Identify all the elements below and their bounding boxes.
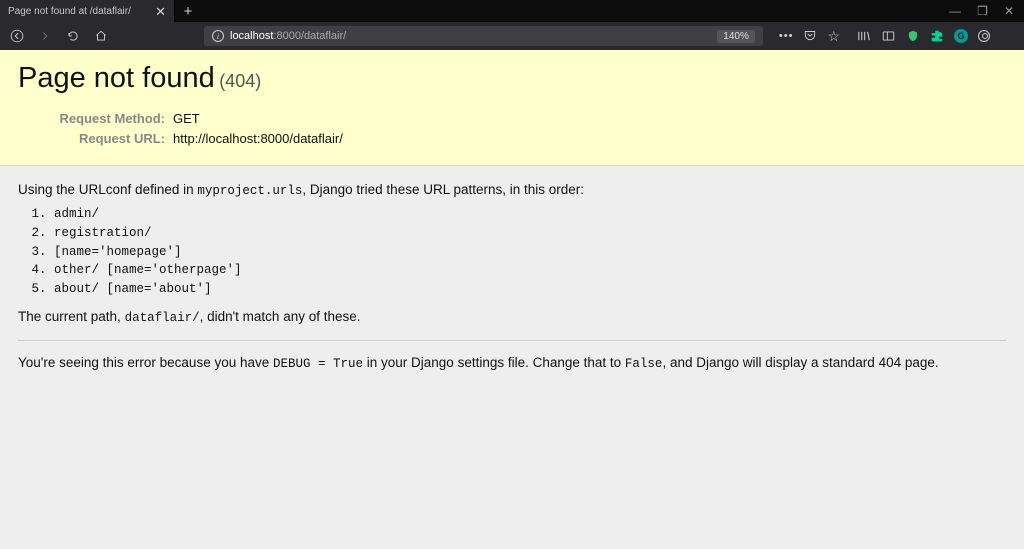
window-controls: — ❐ ✕ (939, 0, 1024, 22)
no-match-line: The current path, dataflair/, didn't mat… (18, 307, 1006, 328)
request-method-value: GET (173, 109, 200, 129)
url-pattern-item: admin/ (54, 205, 1006, 224)
back-icon (10, 29, 24, 43)
extension-icon[interactable] (930, 29, 944, 43)
intro-text-a: Using the URLconf defined in (18, 182, 197, 197)
page-title: Page not found (18, 62, 215, 94)
hamburger-menu-button[interactable] (1000, 32, 1014, 41)
back-button[interactable] (8, 27, 26, 45)
shield-icon[interactable] (906, 29, 920, 43)
close-tab-icon[interactable]: ✕ (155, 5, 166, 18)
request-method-label: Request Method: (18, 109, 173, 129)
explain-c: , and Django will display a standard 404… (662, 355, 938, 370)
pocket-svg-icon (803, 28, 817, 42)
shield-svg-icon (906, 29, 920, 43)
sidebar-toggle-icon[interactable] (881, 29, 896, 43)
request-url-label: Request URL: (18, 129, 173, 149)
maximize-button[interactable]: ❐ (977, 4, 988, 18)
request-url-value: http://localhost:8000/dataflair/ (173, 129, 343, 149)
nav-bar: i localhost:8000/dataflair/ 140% ••• ☆ (0, 22, 1024, 50)
url-pattern-item: [name='homepage'] (54, 243, 1006, 262)
toolbar-right: G (856, 29, 1016, 43)
explain-b: in your Django settings file. Change tha… (363, 355, 625, 370)
explain-debug: DEBUG = True (273, 357, 363, 371)
url-text: localhost:8000/dataflair/ (230, 30, 711, 42)
library-svg-icon (856, 29, 871, 43)
status-code: (404) (219, 71, 261, 91)
close-window-button[interactable]: ✕ (1004, 4, 1014, 18)
error-body: Using the URLconf defined in myproject.u… (0, 166, 1024, 395)
url-pattern-item: registration/ (54, 224, 1006, 243)
page-actions-icon[interactable]: ••• (779, 30, 794, 42)
new-tab-button[interactable]: + (175, 0, 201, 22)
sidebar-svg-icon (881, 29, 896, 43)
minimize-button[interactable]: — (949, 4, 961, 18)
url-host: localhost (230, 30, 273, 42)
grammarly-icon[interactable]: G (954, 29, 968, 43)
debug-explanation: You're seeing this error because you hav… (18, 340, 1006, 374)
tab-bar: Page not found at /dataflair/ ✕ + — ❐ ✕ (0, 0, 1024, 22)
puzzle-svg-icon (930, 29, 944, 43)
intro-text-b: , Django tried these URL patterns, in th… (302, 182, 584, 197)
nomatch-path: dataflair/ (125, 311, 200, 325)
url-bar[interactable]: i localhost:8000/dataflair/ 140% (204, 26, 763, 46)
hamburger-icon (1000, 32, 1014, 41)
reload-icon (66, 29, 80, 43)
browser-tab[interactable]: Page not found at /dataflair/ ✕ (0, 0, 175, 22)
url-rest: :8000/dataflair/ (273, 30, 346, 42)
reload-button[interactable] (64, 27, 82, 45)
url-pattern-list: admin/registration/[name='homepage']othe… (54, 205, 1006, 299)
tab-title: Page not found at /dataflair/ (8, 6, 147, 17)
home-button[interactable] (92, 27, 110, 45)
url-pattern-item: about/ [name='about'] (54, 280, 1006, 299)
page-viewport[interactable]: Page not found (404) Request Method: GET… (0, 50, 1024, 549)
account-icon[interactable] (978, 30, 990, 42)
urlconf-module: myproject.urls (197, 184, 302, 198)
request-meta: Request Method: GET Request URL: http://… (18, 109, 1006, 149)
home-icon (94, 29, 108, 43)
bookmark-star-icon[interactable]: ☆ (827, 28, 840, 45)
url-pattern-item: other/ [name='otherpage'] (54, 261, 1006, 280)
explain-a: You're seeing this error because you hav… (18, 355, 273, 370)
library-icon[interactable] (856, 29, 871, 43)
pocket-icon[interactable] (803, 28, 817, 45)
site-info-icon[interactable]: i (212, 30, 224, 42)
zoom-badge[interactable]: 140% (717, 30, 755, 43)
address-actions: ••• ☆ (773, 28, 846, 45)
forward-icon (38, 29, 52, 43)
avatar-svg-icon (978, 30, 990, 42)
nomatch-text-b: , didn't match any of these. (200, 309, 361, 324)
error-summary: Page not found (404) Request Method: GET… (0, 50, 1024, 166)
request-url-row: Request URL: http://localhost:8000/dataf… (18, 129, 1006, 149)
request-method-row: Request Method: GET (18, 109, 1006, 129)
debug-explanation-text: You're seeing this error because you hav… (18, 353, 1006, 374)
tab-bar-spacer (201, 0, 939, 22)
nomatch-text-a: The current path, (18, 309, 125, 324)
explain-false: False (625, 357, 663, 371)
forward-button[interactable] (36, 27, 54, 45)
url-patterns-intro: Using the URLconf defined in myproject.u… (18, 180, 1006, 201)
